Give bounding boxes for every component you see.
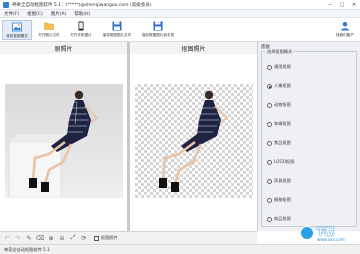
radio-button[interactable] [267,64,272,70]
option-animal[interactable]: 动物抠图 [267,102,291,108]
close-button[interactable]: ✕ [348,0,360,10]
menu-file[interactable]: 文件(F) [0,11,23,17]
watermark-url: www.xxx.com [317,237,345,242]
menu-cutout[interactable]: 抠图(C) [23,11,47,17]
original-pane-title: 原照片 [0,42,127,54]
cutout-photo [135,84,253,198]
save-cutout-label: 抠图照片 [101,235,118,240]
option-general[interactable]: 通用抠图 [267,64,291,70]
user-icon [340,20,350,31]
minimize-button[interactable]: ─ [324,0,336,10]
mode-group: 选择抠图模式 通用抠图 人像抠图 动物抠图 车辆抠图 食品抠图 LOGO抠图 家… [261,49,357,227]
brush-icon[interactable]: ✎ [25,234,33,242]
option-label: 商品抠图 [274,216,291,221]
status-text: 神奇全自动抠图软件 5.1 [4,246,50,252]
option-label: 动物抠图 [274,102,291,107]
contact-label: 找我们客户 [336,33,354,37]
option-label: LOGO抠图 [274,159,295,164]
undo-icon[interactable]: ↶ [3,234,11,242]
bottom-toolbar: ↶ ↷ ✎ ⌫ ⊕ ⊖ ⤢ ⟳ 抠图照片 [0,231,257,244]
option-label: 食品抠图 [274,140,291,145]
zoom-out-icon[interactable]: ⊖ [58,234,66,242]
radio-button[interactable] [267,159,272,165]
radio-button[interactable] [267,197,272,203]
cutout-photo-pane [130,54,257,231]
radio-button[interactable] [267,216,272,222]
radio-button[interactable] [267,178,272,184]
option-label: 人像抠图 [274,83,291,88]
option-product[interactable]: 商品抠图 [267,216,291,222]
radio-button[interactable] [267,83,272,89]
save-file-button[interactable]: 保存抠图图片文件 [98,20,136,40]
save-square-icon [94,235,99,241]
radio-button[interactable] [267,121,272,127]
option-label: 车辆抠图 [274,121,291,126]
radio-button[interactable] [267,140,272,146]
save-phone-button[interactable]: 保存抠图图片到手机 [138,20,178,40]
folder-icon [44,20,54,31]
app-icon [3,1,9,8]
eraser-icon[interactable]: ⌫ [36,234,44,242]
original-photo-pane [0,54,127,231]
save-cutout-button[interactable]: 抠图照片 [94,235,118,241]
option-food[interactable]: 食品抠图 [267,140,291,146]
cutout-pane-title: 抠图照片 [130,42,257,54]
fit-icon[interactable]: ⤢ [69,234,77,242]
mode-side-panel: 底板 选择抠图模式 通用抠图 人像抠图 动物抠图 车辆抠图 食品抠图 LOGO抠… [257,42,360,231]
toolbar: 单张抠图模式 打开图片文件 打开手机图片 保存抠图图片文件 保存抠图图片到手机 … [0,18,360,42]
redo-icon[interactable]: ↷ [14,234,22,242]
option-vehicle[interactable]: 车辆抠图 [267,121,291,127]
radio-button[interactable] [267,102,272,108]
phone-icon [76,20,86,31]
mode-group-label: 选择抠图模式 [266,49,294,55]
watermark: 下载 www.xxx.com [300,224,360,246]
save-phone-icon [153,20,163,31]
option-label: 家具抠图 [274,178,291,183]
rotate-icon[interactable]: ⟳ [80,234,88,242]
original-photo [5,84,123,199]
open-file-button[interactable]: 打开图片文件 [34,20,64,40]
option-furniture[interactable]: 家具抠图 [267,178,291,184]
save-file-label: 保存抠图图片文件 [102,33,132,37]
menu-help[interactable]: 帮助(H) [70,11,94,17]
window-title: 神奇全自动抠图软件 5.1：(*****)@shenqiwangou.com (… [12,2,152,8]
option-plant[interactable]: 植物抠图 [267,197,291,203]
single-mode-button[interactable]: 单张抠图模式 [2,20,32,40]
option-portrait[interactable]: 人像抠图 [267,83,291,89]
zoom-in-icon[interactable]: ⊕ [47,234,55,242]
open-file-label: 打开图片文件 [38,33,60,37]
watermark-logo [300,226,314,240]
menu-bar: 文件(F) 抠图(C) 图片(A) 帮助(H) [0,10,360,18]
option-label: 通用抠图 [274,64,291,69]
open-phone-label: 打开手机图片 [70,33,92,37]
option-logo[interactable]: LOGO抠图 [267,159,294,165]
menu-image[interactable]: 图片(A) [47,11,71,17]
single-mode-label: 单张抠图模式 [6,34,28,38]
title-bar: 神奇全自动抠图软件 5.1：(*****)@shenqiwangou.com (… [0,0,360,10]
contact-button[interactable]: 找我们客户 [336,20,354,40]
open-phone-button[interactable]: 打开手机图片 [66,20,96,40]
save-phone-label: 保存抠图图片到手机 [141,33,175,37]
image-icon [12,21,22,32]
option-label: 植物抠图 [274,197,291,202]
save-icon [112,20,122,31]
maximize-button[interactable]: □ [336,0,348,10]
